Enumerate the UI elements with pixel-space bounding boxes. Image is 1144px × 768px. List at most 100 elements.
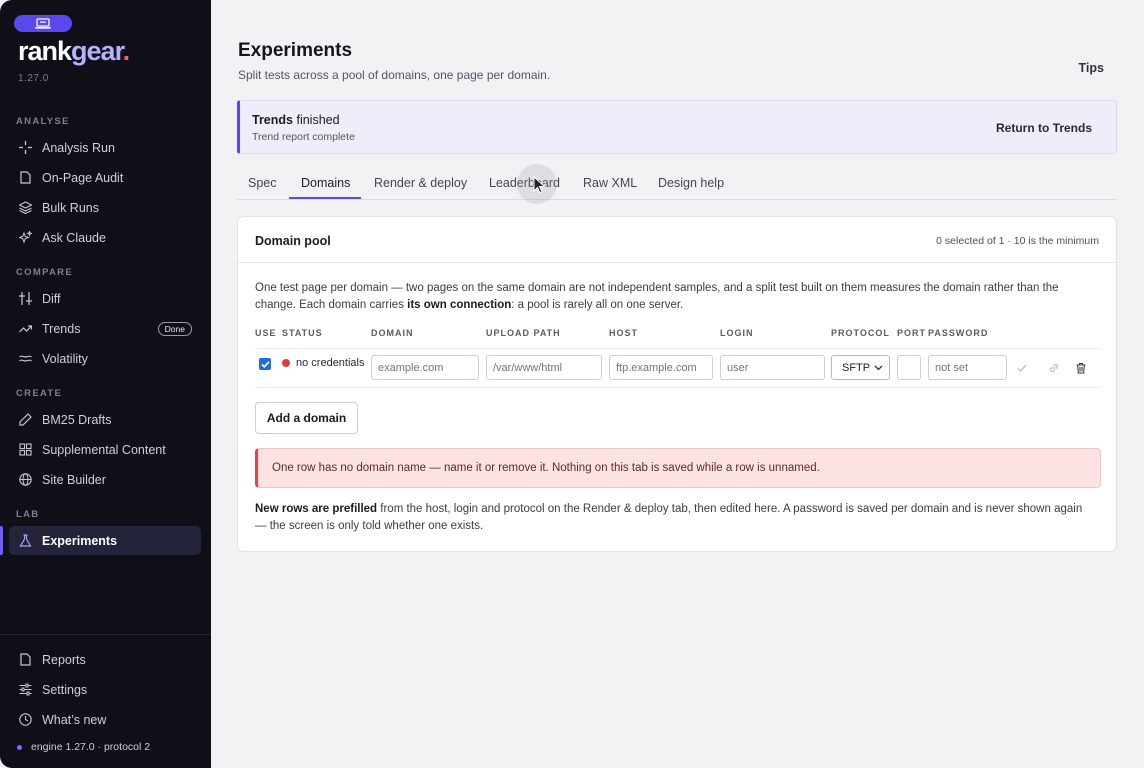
grid-icon [18, 443, 32, 457]
sidebar-item-label: Bulk Runs [42, 200, 99, 215]
sidebar-item-settings[interactable]: Settings [9, 675, 201, 704]
tab-domains[interactable]: Domains [301, 176, 350, 190]
sidebar-item-ask-claude[interactable]: Ask Claude [9, 223, 201, 252]
sidebar-item-label: Volatility [42, 351, 88, 366]
document-icon [18, 171, 32, 185]
table-header-divider [255, 348, 1101, 349]
tab-bar: Spec Domains Render & deploy Leaderboard… [237, 166, 1117, 200]
login-input[interactable] [720, 355, 825, 380]
brand-pill [14, 15, 72, 32]
return-to-trends-button[interactable]: Return to Trends [996, 121, 1092, 135]
completion-banner: Trends finished Trend report complete Re… [237, 100, 1117, 154]
password-input[interactable] [928, 355, 1007, 380]
sidebar-item-reports[interactable]: Reports [9, 645, 201, 674]
domain-pool-card: Domain pool 0 selected of 1 · 10 is the … [237, 216, 1117, 552]
card-header: Domain pool 0 selected of 1 · 10 is the … [238, 217, 1116, 263]
sidebar-item-analysis-run[interactable]: Analysis Run [9, 133, 201, 162]
laptop-icon [35, 18, 51, 29]
col-header-port: PORT [897, 328, 927, 338]
app-version: 1.27.0 [18, 73, 49, 84]
tab-render-deploy[interactable]: Render & deploy [374, 176, 467, 190]
sidebar-item-bulk-runs[interactable]: Bulk Runs [9, 193, 201, 222]
port-input[interactable] [897, 355, 921, 380]
engine-status: engine 1.27.0 · protocol 2 [17, 741, 150, 753]
sidebar-item-site-builder[interactable]: Site Builder [9, 465, 201, 494]
section-compare: COMPARE [16, 267, 73, 278]
col-header-domain: DOMAIN [371, 328, 414, 338]
sidebar-item-label: Trends [42, 321, 81, 336]
row-status: no credentials [282, 357, 365, 369]
sidebar-item-label: Experiments [42, 533, 118, 548]
protocol-select[interactable]: SFTP [831, 355, 890, 380]
sidebar-item-label: Ask Claude [42, 230, 106, 245]
sidebar-item-volatility[interactable]: Volatility [9, 344, 201, 373]
section-analyse: ANALYSE [16, 116, 70, 127]
wave-icon [18, 352, 32, 366]
main-content: Experiments Split tests across a pool of… [211, 0, 1144, 768]
link-icon[interactable] [1047, 361, 1060, 374]
page-title: Experiments [238, 40, 353, 61]
sidebar-item-diff[interactable]: Diff [9, 284, 201, 313]
sidebar-item-bm25-drafts[interactable]: BM25 Drafts [9, 405, 201, 434]
card-footnote: New rows are prefilled from the host, lo… [255, 503, 1083, 532]
clock-icon [18, 713, 32, 727]
document-icon [18, 653, 32, 667]
tab-spec[interactable]: Spec [248, 176, 277, 190]
upload-path-input[interactable] [486, 355, 602, 380]
col-header-login: LOGIN [720, 328, 754, 338]
sidebar-item-trends[interactable]: Trends Done [9, 314, 201, 343]
tab-design-help[interactable]: Design help [658, 176, 724, 190]
tab-raw-xml[interactable]: Raw XML [583, 176, 637, 190]
stars-icon [18, 231, 32, 245]
chevron-down-icon [874, 365, 883, 371]
flask-icon [18, 534, 32, 548]
sidebar-item-label: Diff [42, 291, 61, 306]
diff-icon [18, 292, 32, 306]
col-header-host: HOST [609, 328, 639, 338]
sidebar-item-label: Analysis Run [42, 140, 115, 155]
sidebar-item-experiments[interactable]: Experiments [9, 526, 201, 555]
trash-icon[interactable] [1074, 361, 1087, 374]
mouse-cursor-icon [533, 176, 546, 194]
table-row-divider [255, 387, 1101, 388]
sidebar-item-label: Settings [42, 682, 88, 697]
sidebar-item-on-page-audit[interactable]: On-Page Audit [9, 163, 201, 192]
add-domain-button[interactable]: Add a domain [255, 402, 358, 434]
col-header-password: PASSWORD [928, 328, 989, 338]
status-badge: Done [157, 321, 192, 336]
section-create: CREATE [16, 388, 63, 399]
sidebar-item-label: On-Page Audit [42, 170, 124, 185]
sparkle-icon [18, 141, 32, 155]
selection-count: 0 selected of 1 · 10 is the minimum [936, 235, 1099, 247]
use-checkbox[interactable] [259, 358, 271, 370]
error-alert: One row has no domain name — name it or … [255, 448, 1101, 488]
card-title: Domain pool [255, 234, 331, 248]
col-header-status: STATUS [282, 328, 323, 338]
host-input[interactable] [609, 355, 713, 380]
domain-input[interactable] [371, 355, 479, 380]
tips-button[interactable]: Tips [1079, 61, 1104, 75]
col-header-upload-path: UPLOAD PATH [486, 328, 561, 338]
check-icon[interactable] [1015, 361, 1028, 374]
sidebar-item-label: What’s new [42, 712, 107, 727]
status-dot [282, 359, 290, 367]
col-header-use: USE [255, 328, 277, 338]
sidebar-item-label: Supplemental Content [42, 442, 166, 457]
sidebar-divider [0, 634, 211, 635]
checkmark-icon [260, 360, 270, 368]
sidebar-item-label: BM25 Drafts [42, 412, 112, 427]
engine-status-label: engine 1.27.0 · protocol 2 [31, 741, 151, 753]
layers-icon [18, 201, 32, 215]
banner-subtitle: Trend report complete [252, 131, 355, 143]
sidebar-item-supplemental-content[interactable]: Supplemental Content [9, 435, 201, 464]
globe-icon [18, 473, 32, 487]
section-lab: LAB [16, 509, 40, 520]
sliders-icon [18, 683, 32, 697]
brand-logo[interactable]: rankgear. [18, 36, 130, 67]
pencil-icon [18, 413, 32, 427]
trend-up-icon [18, 322, 32, 336]
sidebar-item-label: Reports [42, 652, 86, 667]
sidebar-item-label: Site Builder [42, 472, 106, 487]
sidebar-item-whats-new[interactable]: What’s new [9, 705, 201, 734]
active-indicator [0, 526, 3, 555]
